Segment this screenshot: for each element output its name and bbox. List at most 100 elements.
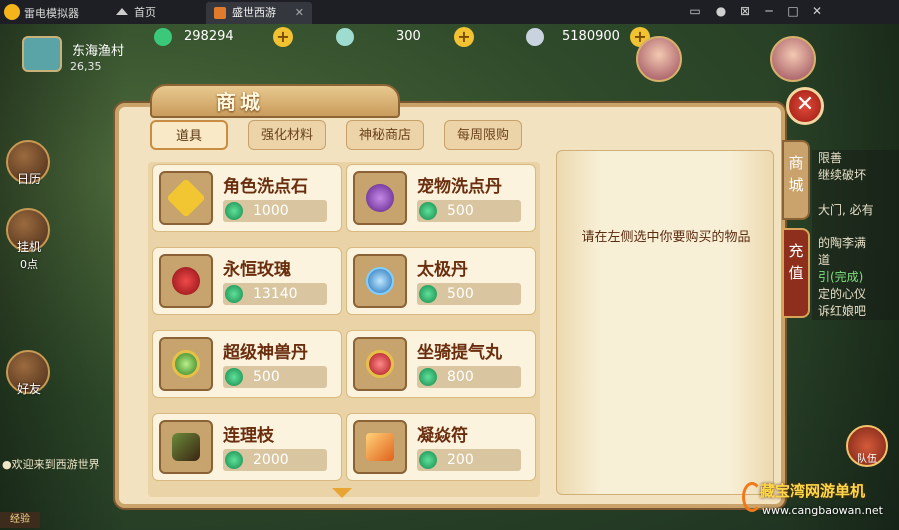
detail-hint: 请在左侧选中你要购买的物品 bbox=[581, 230, 751, 245]
side-tab-shop-label: 商城 bbox=[788, 154, 804, 194]
quest-panel[interactable]: 限善 继续破坏 大门, 必有 的陶李满 道 引(完成) 定的心仪 诉红娘吧 bbox=[812, 150, 899, 320]
quest-line: 定的心仪 bbox=[818, 287, 867, 301]
item-price-value: 800 bbox=[447, 369, 474, 385]
item-price: 500 bbox=[417, 283, 521, 305]
side-tab-shop[interactable]: 商城 bbox=[782, 140, 810, 220]
quest-line: 的陶李满 bbox=[818, 236, 867, 250]
shop-item[interactable]: 角色洗点石 1000 bbox=[152, 164, 342, 232]
quest-line: 大门, 必有 bbox=[818, 203, 874, 217]
quest-line: 继续破坏 bbox=[818, 168, 867, 182]
item-price: 500 bbox=[417, 200, 521, 222]
calendar-label: 日历 bbox=[16, 172, 41, 186]
quest-line: 诉红娘吧 bbox=[818, 304, 867, 318]
shop-item[interactable]: 凝焱符 200 bbox=[346, 413, 536, 481]
ingot-value: 300 bbox=[396, 29, 421, 44]
shop-item[interactable]: 太极丹 500 bbox=[346, 247, 536, 315]
maximize-icon[interactable]: □ bbox=[786, 4, 800, 18]
branch-icon bbox=[159, 420, 213, 474]
location-name: 东海渔村 bbox=[72, 44, 125, 59]
watermark-url: www.cangbaowan.net bbox=[762, 504, 883, 517]
rose-icon bbox=[159, 254, 213, 308]
shop-item[interactable]: 永恒玫瑰 13140 bbox=[152, 247, 342, 315]
tab-game[interactable]: 盛世西游 ✕ bbox=[206, 2, 312, 24]
exp-label: 经验 bbox=[0, 512, 40, 528]
jade-coin-icon bbox=[225, 202, 243, 220]
quest-line: 限善 bbox=[818, 151, 843, 165]
item-name: 太极丹 bbox=[417, 260, 468, 280]
close-shop-button[interactable]: ✕ bbox=[786, 87, 824, 125]
scroll-down-arrow-icon[interactable] bbox=[332, 488, 352, 498]
jade-coin-icon bbox=[419, 451, 437, 469]
tab-home-label: 首页 bbox=[134, 6, 156, 19]
item-detail-panel: 请在左侧选中你要购买的物品 bbox=[556, 150, 774, 495]
jade-coin-icon bbox=[419, 368, 437, 386]
item-name: 连理枝 bbox=[223, 426, 274, 446]
close-window-icon[interactable]: ✕ bbox=[810, 4, 824, 18]
item-name: 宠物洗点丹 bbox=[417, 177, 502, 197]
tab-home[interactable]: 首页 bbox=[108, 2, 204, 24]
player-avatar[interactable] bbox=[636, 36, 682, 82]
add-ingot-button[interactable]: + bbox=[454, 27, 474, 47]
jade-coin-icon bbox=[419, 285, 437, 303]
item-price: 2000 bbox=[223, 449, 327, 471]
shop-item[interactable]: 宠物洗点丹 500 bbox=[346, 164, 536, 232]
minimize-icon[interactable]: ─ bbox=[762, 4, 776, 18]
shop-title: 商城 bbox=[216, 90, 264, 114]
beast-pill-icon bbox=[159, 337, 213, 391]
tab-materials[interactable]: 强化材料 bbox=[248, 120, 326, 150]
tab-close-icon[interactable]: ✕ bbox=[295, 2, 304, 24]
item-name: 凝焱符 bbox=[417, 426, 468, 446]
item-name: 永恒玫瑰 bbox=[223, 260, 291, 280]
emulator-app-name: 雷电模拟器 bbox=[24, 7, 79, 20]
flame-talisman-icon bbox=[353, 420, 407, 474]
purple-pill-icon bbox=[353, 171, 407, 225]
shop-item[interactable]: 坐骑提气丸 800 bbox=[346, 330, 536, 398]
star-stone-icon bbox=[159, 171, 213, 225]
item-price: 500 bbox=[223, 366, 327, 388]
side-tab-recharge[interactable]: 充值 bbox=[782, 228, 810, 318]
taiji-pill-icon bbox=[353, 254, 407, 308]
watermark: 藏宝湾网游单机 www.cangbaowan.net bbox=[742, 478, 899, 530]
item-price: 13140 bbox=[223, 283, 327, 305]
keyboard-icon[interactable]: ▭ bbox=[688, 4, 702, 18]
item-price-value: 1000 bbox=[253, 203, 289, 219]
emulator-titlebar: 雷电模拟器 首页 盛世西游 ✕ ▭ ● ⊠ ─ □ ✕ bbox=[0, 0, 899, 24]
jade-coin-icon bbox=[154, 28, 172, 46]
chat-message: ●欢迎来到西游世界 bbox=[2, 458, 100, 471]
item-name: 坐骑提气丸 bbox=[417, 343, 502, 363]
shop-item[interactable]: 连理枝 2000 bbox=[152, 413, 342, 481]
item-price: 200 bbox=[417, 449, 521, 471]
jade-coin-icon bbox=[225, 285, 243, 303]
auto-battle-label: 挂机 bbox=[16, 240, 41, 254]
jade-coin-icon bbox=[225, 451, 243, 469]
side-tab-recharge-label: 充值 bbox=[788, 242, 804, 282]
tab-mystery-shop[interactable]: 神秘商店 bbox=[346, 120, 424, 150]
silver-coin-icon bbox=[526, 28, 544, 46]
item-price-value: 200 bbox=[447, 452, 474, 468]
emulator-logo-icon bbox=[4, 4, 20, 20]
jade-value: 298294 bbox=[184, 29, 234, 44]
item-price-value: 2000 bbox=[253, 452, 289, 468]
item-name: 超级神兽丹 bbox=[223, 343, 308, 363]
jade-coin-icon bbox=[225, 368, 243, 386]
menu-icon[interactable]: ⊠ bbox=[738, 4, 752, 18]
resource-ingot: 300 + bbox=[336, 27, 476, 48]
add-jade-button[interactable]: + bbox=[273, 27, 293, 47]
item-name: 角色洗点石 bbox=[223, 177, 308, 197]
item-price-value: 500 bbox=[447, 286, 474, 302]
pet-avatar[interactable] bbox=[770, 36, 816, 82]
tab-props[interactable]: 道具 bbox=[150, 120, 228, 150]
quest-line: 道 bbox=[818, 253, 831, 267]
auto-battle-points: 0点 bbox=[20, 258, 38, 271]
item-price: 800 bbox=[417, 366, 521, 388]
tab-game-label: 盛世西游 bbox=[232, 6, 276, 19]
map-icon[interactable] bbox=[22, 36, 62, 72]
tab-weekly-limit[interactable]: 每周限购 bbox=[444, 120, 522, 150]
team-label: 队伍 bbox=[857, 454, 877, 465]
item-price-value: 500 bbox=[447, 203, 474, 219]
jade-coin-icon bbox=[419, 202, 437, 220]
shop-item[interactable]: 超级神兽丹 500 bbox=[152, 330, 342, 398]
account-icon[interactable]: ● bbox=[714, 4, 728, 18]
ingot-icon bbox=[336, 28, 354, 46]
watermark-name: 藏宝湾网游单机 bbox=[760, 482, 866, 500]
